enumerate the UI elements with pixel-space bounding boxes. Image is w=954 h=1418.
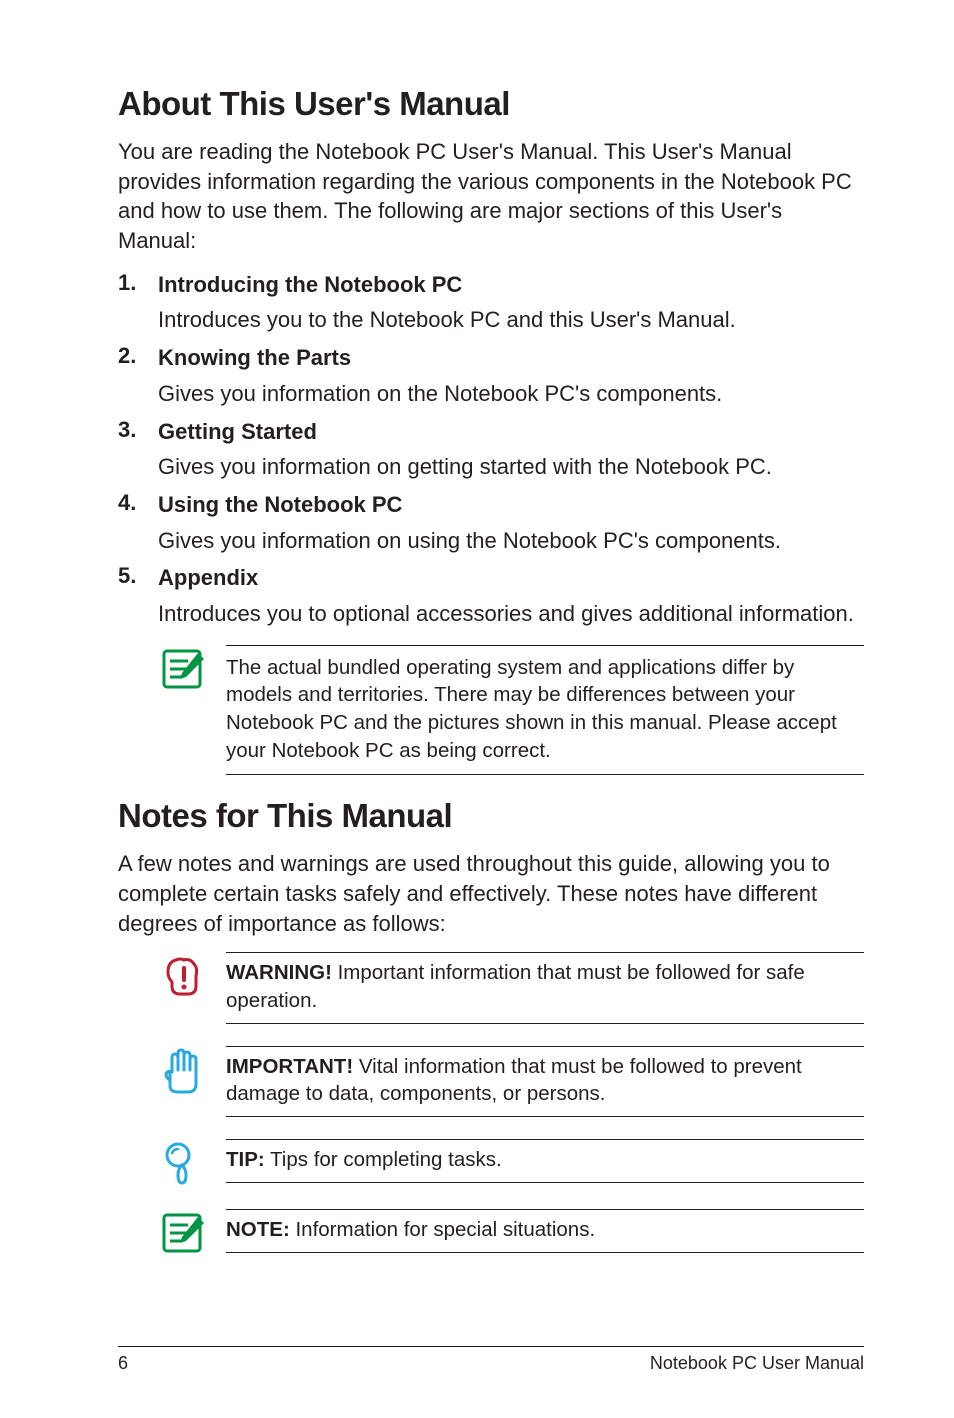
section-title: Using the Notebook PC [158, 490, 864, 520]
page-footer: 6 Notebook PC User Manual [118, 1346, 864, 1374]
section-desc: Introduces you to optional accessories a… [158, 599, 864, 629]
warning-icon [158, 952, 206, 1000]
tip-icon [158, 1139, 206, 1187]
section-desc: Introduces you to the Notebook PC and th… [158, 305, 864, 335]
section-desc: Gives you information on getting started… [158, 452, 864, 482]
note-text: Information for special situations. [290, 1218, 595, 1241]
section-title: Knowing the Parts [158, 343, 864, 373]
section-item: Getting Started Gives you information on… [118, 417, 864, 482]
callout-important: IMPORTANT! Vital information that must b… [158, 1046, 864, 1117]
section-item: Using the Notebook PC Gives you informat… [118, 490, 864, 555]
tip-text: Tips for completing tasks. [265, 1148, 502, 1171]
important-label: IMPORTANT! [226, 1055, 353, 1078]
note-icon [158, 1209, 206, 1257]
callout-body: TIP: Tips for completing tasks. [226, 1139, 864, 1183]
intro-notes: A few notes and warnings are used throug… [118, 849, 864, 938]
section-title: Introducing the Notebook PC [158, 270, 864, 300]
callout-note: NOTE: Information for special situations… [158, 1209, 864, 1257]
section-item: Appendix Introduces you to optional acce… [118, 563, 864, 628]
footer-title: Notebook PC User Manual [650, 1353, 864, 1374]
callout-body: WARNING! Important information that must… [226, 952, 864, 1023]
section-title: Appendix [158, 563, 864, 593]
section-item: Introducing the Notebook PC Introduces y… [118, 270, 864, 335]
callout-warning: WARNING! Important information that must… [158, 952, 864, 1023]
section-title: Getting Started [158, 417, 864, 447]
heading-about: About This User's Manual [118, 85, 864, 123]
intro-about: You are reading the Notebook PC User's M… [118, 137, 864, 256]
callout-tip: TIP: Tips for completing tasks. [158, 1139, 864, 1187]
section-desc: Gives you information on the Notebook PC… [158, 379, 864, 409]
hand-icon [158, 1046, 206, 1094]
callout-body: The actual bundled operating system and … [226, 645, 864, 776]
callout-note-bundled: The actual bundled operating system and … [158, 645, 864, 776]
note-label: NOTE: [226, 1218, 290, 1241]
section-desc: Gives you information on using the Noteb… [158, 526, 864, 556]
heading-notes: Notes for This Manual [118, 797, 864, 835]
callout-body: NOTE: Information for special situations… [226, 1209, 864, 1253]
page-number: 6 [118, 1353, 128, 1374]
callout-body: IMPORTANT! Vital information that must b… [226, 1046, 864, 1117]
note-icon [158, 645, 206, 693]
warning-label: WARNING! [226, 961, 332, 984]
section-item: Knowing the Parts Gives you information … [118, 343, 864, 408]
sections-list: Introducing the Notebook PC Introduces y… [118, 270, 864, 629]
tip-label: TIP: [226, 1148, 265, 1171]
